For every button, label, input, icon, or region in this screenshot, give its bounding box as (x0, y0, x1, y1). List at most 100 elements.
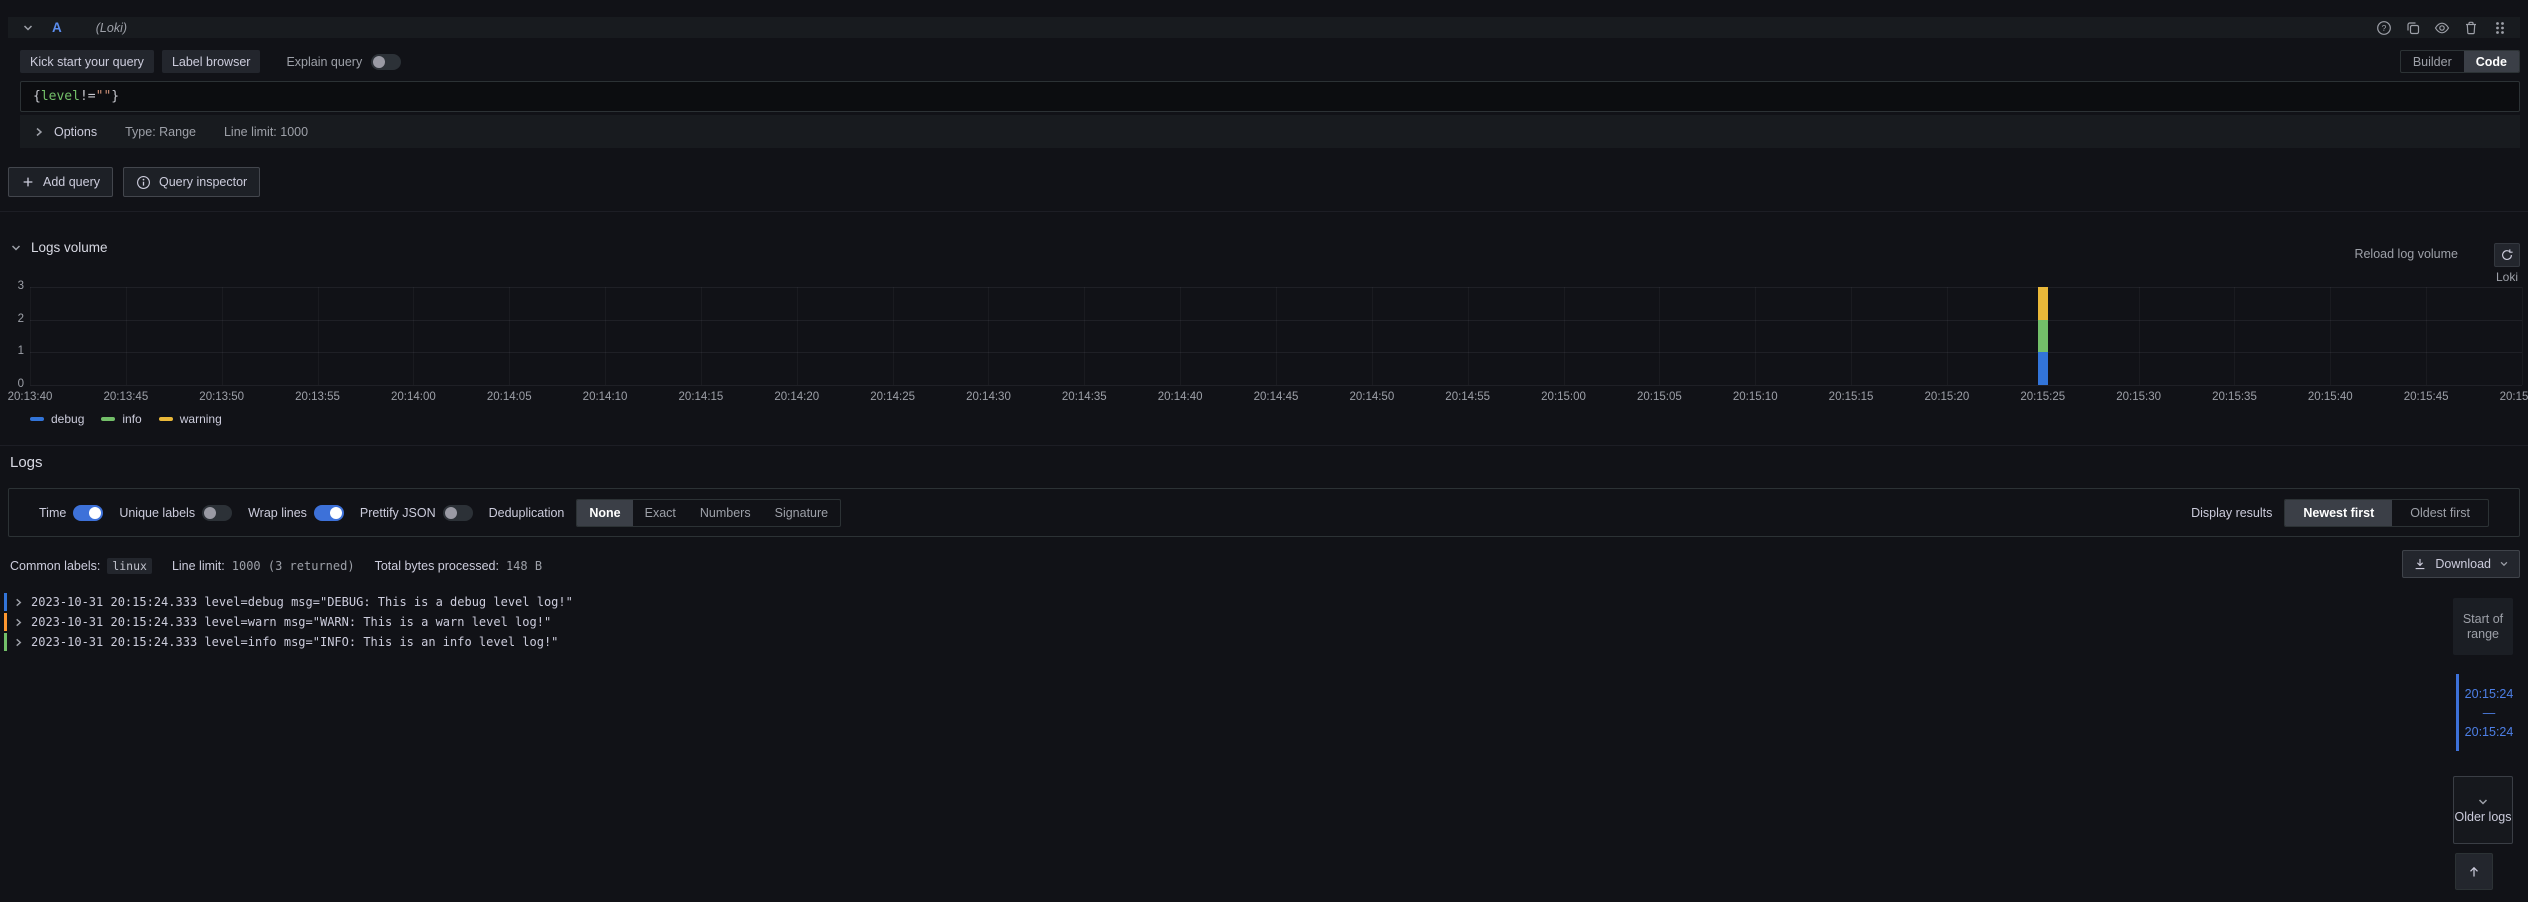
gridline-vertical (1084, 287, 1085, 385)
wrap-lines-toggle[interactable] (314, 505, 344, 521)
add-query-label: Add query (43, 175, 100, 189)
chart-x-axis: 20:13:4020:13:4520:13:5020:13:5520:14:00… (30, 391, 2522, 405)
gridline-vertical (413, 287, 414, 385)
log-row[interactable]: 2023-10-31 20:15:24.333 level=info msg="… (4, 632, 2450, 652)
gridline-vertical (2139, 287, 2140, 385)
logs-section-title: Logs (10, 454, 43, 471)
volume-bar (2038, 287, 2048, 385)
order-option-newest-first[interactable]: Newest first (2285, 500, 2392, 526)
gridline-vertical (1659, 287, 1660, 385)
add-query-button[interactable]: Add query (8, 167, 113, 197)
y-axis-tick-label: 0 (0, 378, 24, 390)
query-collapse-chevron-down-icon[interactable] (22, 22, 34, 34)
legend-item-debug[interactable]: debug (30, 412, 84, 426)
plus-icon (21, 175, 35, 189)
gridline-horizontal (30, 385, 2522, 386)
scroll-to-top-button[interactable] (2455, 853, 2493, 890)
range-separator: — (2483, 706, 2496, 720)
bytes-processed-value: 148 B (506, 559, 542, 573)
log-row-expand-chevron-right-icon[interactable] (14, 618, 23, 627)
x-axis-tick-label: 20:14:20 (774, 391, 819, 403)
x-axis-tick-label: 20:15:10 (1733, 391, 1778, 403)
x-axis-tick-label: 20:13:45 (103, 391, 148, 403)
range-indicator-bar (2456, 674, 2459, 751)
gridline-vertical (1276, 287, 1277, 385)
legend-item-info[interactable]: info (101, 412, 141, 426)
hide-response-eye-icon[interactable] (2434, 20, 2450, 36)
display-results-label: Display results (2191, 506, 2272, 520)
dedup-option-exact[interactable]: Exact (633, 500, 688, 526)
reload-log-volume-label: Reload log volume (2354, 247, 2458, 261)
dedup-option-signature[interactable]: Signature (763, 500, 841, 526)
gridline-vertical (1947, 287, 1948, 385)
x-axis-tick-label: 20:14:25 (870, 391, 915, 403)
range-from: 20:15:24 (2465, 687, 2514, 701)
time-label: Time (39, 506, 66, 520)
x-axis-tick-label: 20:14:40 (1158, 391, 1203, 403)
unique-labels-toggle[interactable] (202, 505, 232, 521)
gridline-vertical (1755, 287, 1756, 385)
log-row[interactable]: 2023-10-31 20:15:24.333 level=debug msg=… (4, 592, 2450, 612)
older-logs-button[interactable]: Older logs (2453, 776, 2513, 844)
common-labels-pair: Common labels: linux (10, 558, 152, 574)
explain-query-label: Explain query (286, 55, 362, 69)
panel-divider (0, 445, 2528, 446)
query-inspector-button[interactable]: Query inspector (123, 167, 260, 197)
x-axis-tick-label: 20:15:40 (2308, 391, 2353, 403)
gridline-vertical (2234, 287, 2235, 385)
panel-divider (0, 211, 2528, 212)
deduplication-group: Deduplication None Exact Numbers Signatu… (489, 499, 842, 527)
query-ref-id: A (52, 20, 62, 35)
help-icon[interactable]: ? (2376, 20, 2392, 36)
dedup-option-none[interactable]: None (577, 500, 632, 526)
explain-query-toggle[interactable] (371, 54, 401, 70)
options-expand-toggle[interactable]: Options (34, 125, 97, 139)
range-times: 20:15:24 — 20:15:24 (2465, 674, 2513, 751)
time-toggle[interactable] (73, 505, 103, 521)
y-axis-tick-label: 1 (0, 345, 24, 357)
label-browser-button[interactable]: Label browser (162, 50, 261, 73)
query-inspector-label: Query inspector (159, 175, 247, 189)
duplicate-query-copy-icon[interactable] (2405, 20, 2421, 36)
x-axis-tick-label: 20:15:00 (1541, 391, 1586, 403)
arrow-up-icon (2467, 865, 2481, 879)
x-axis-tick-label: 20:13:50 (199, 391, 244, 403)
log-page-range-indicator[interactable]: 20:15:24 — 20:15:24 (2453, 674, 2513, 751)
legend-item-warning[interactable]: warning (159, 412, 222, 426)
log-row-expand-chevron-right-icon[interactable] (14, 638, 23, 647)
log-row-expand-chevron-right-icon[interactable] (14, 598, 23, 607)
logs-volume-chart (30, 287, 2522, 385)
gridline-vertical (1180, 287, 1181, 385)
x-axis-tick-label: 20:15:15 (1829, 391, 1874, 403)
query-code-editor[interactable]: {level!=""} (20, 81, 2520, 112)
logs-volume-title: Logs volume (31, 240, 108, 255)
gridline-vertical (2426, 287, 2427, 385)
gridline-vertical (797, 287, 798, 385)
log-row[interactable]: 2023-10-31 20:15:24.333 level=warn msg="… (4, 612, 2450, 632)
logs-volume-header[interactable]: Logs volume (10, 240, 108, 255)
legend-label: warning (180, 412, 222, 426)
wrap-lines-toggle-group: Wrap lines (248, 505, 344, 521)
line-limit-value: 1000 (3 returned) (232, 559, 355, 573)
dedup-option-numbers[interactable]: Numbers (688, 500, 763, 526)
gridline-vertical (893, 287, 894, 385)
gridline-vertical (1372, 287, 1373, 385)
kick-start-query-button[interactable]: Kick start your query (20, 50, 154, 73)
logs-volume-collapse-chevron-down-icon[interactable] (10, 242, 22, 254)
x-axis-tick-label: 20:14:50 (1349, 391, 1394, 403)
legend-swatch (159, 417, 173, 421)
query-token-operator: != (80, 89, 96, 104)
deduplication-label: Deduplication (489, 506, 565, 520)
volume-bar-segment (2038, 352, 2048, 385)
range-to: 20:15:24 (2465, 725, 2514, 739)
dedup-segmented: None Exact Numbers Signature (576, 499, 841, 527)
legend-swatch (30, 417, 44, 421)
start-of-range-button[interactable]: Start of range (2453, 598, 2513, 655)
gridline-vertical (1468, 287, 1469, 385)
legend-swatch (101, 417, 115, 421)
x-axis-tick-label: 20:15:30 (2116, 391, 2161, 403)
x-axis-tick-label: 20:14:05 (487, 391, 532, 403)
gridline-vertical (988, 287, 989, 385)
prettify-json-toggle[interactable] (443, 505, 473, 521)
query-row-header[interactable]: A (Loki) ? (8, 17, 2520, 38)
